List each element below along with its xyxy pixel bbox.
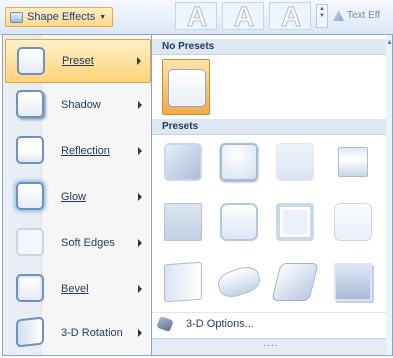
menu-item-label: 3-D Rotation — [61, 327, 123, 339]
3d-options-label: 3-D Options... — [186, 318, 254, 330]
menu-item-label: Soft Edges — [61, 237, 115, 249]
scroll-up-icon[interactable]: ▲ — [386, 39, 393, 46]
chevron-right-icon — [138, 329, 142, 337]
preset-8-icon — [334, 203, 372, 241]
preset-item[interactable] — [214, 257, 264, 307]
preset-item[interactable] — [158, 197, 208, 247]
shape-effects-button[interactable]: Shape Effects ▼ — [5, 7, 114, 27]
preset-2-icon — [220, 143, 258, 181]
preset-icon — [17, 47, 45, 75]
menu-item-preset[interactable]: Preset — [5, 39, 151, 83]
chevron-right-icon — [138, 239, 142, 247]
preset-item[interactable] — [270, 257, 320, 307]
3d-options-icon — [156, 315, 174, 333]
preset-gallery: No Presets Presets 3-D Options... .... ▲ — [152, 34, 393, 356]
wordart-glyph: A — [280, 1, 302, 33]
no-preset-icon — [168, 69, 206, 107]
wordart-style-1[interactable]: A — [175, 1, 217, 33]
preset-item[interactable] — [214, 197, 264, 247]
gallery-scrollbar[interactable]: ▲ — [386, 35, 393, 355]
no-presets-header: No Presets — [152, 39, 390, 55]
text-effects-button[interactable]: Text Eff — [333, 10, 380, 21]
shape-effects-menu: Preset Shadow Reflection Glow Soft Edges… — [2, 34, 152, 356]
chevron-right-icon — [138, 147, 142, 155]
preset-item[interactable] — [270, 197, 320, 247]
menu-item-label: Bevel — [61, 283, 89, 295]
preset-6-icon — [220, 203, 258, 241]
shadow-icon — [16, 90, 44, 118]
preset-5-icon — [164, 203, 202, 241]
scroll-down-icon[interactable]: ▼ — [319, 13, 325, 19]
menu-item-bevel[interactable]: Bevel — [5, 267, 151, 311]
menu-item-3d-rotation[interactable]: 3-D Rotation — [5, 311, 151, 355]
wordart-style-3[interactable]: A — [269, 1, 311, 33]
text-effects-icon — [333, 10, 344, 21]
menu-item-glow[interactable]: Glow — [5, 175, 151, 219]
chevron-down-icon: ▼ — [99, 13, 107, 21]
menu-item-reflection[interactable]: Reflection — [5, 129, 151, 173]
preset-item[interactable] — [214, 137, 264, 187]
wordart-glyph: A — [233, 1, 255, 33]
menu-item-label: Shadow — [61, 99, 101, 111]
ribbon-strip: Shape Effects ▼ A A A ▲ ▼ Text Eff — [0, 0, 393, 35]
preset-1-icon — [164, 143, 202, 181]
chevron-right-icon — [138, 193, 142, 201]
presets-header: Presets — [152, 119, 390, 135]
3d-rotation-icon — [16, 316, 44, 348]
preset-12-icon — [334, 263, 372, 301]
preset-11-icon — [271, 263, 319, 301]
wordart-glyph: A — [186, 1, 208, 33]
menu-item-label: Glow — [61, 191, 87, 203]
menu-item-label: Reflection — [61, 145, 110, 157]
preset-item[interactable] — [158, 257, 208, 307]
soft-edges-icon — [16, 228, 44, 256]
preset-9-icon — [164, 261, 202, 303]
preset-item[interactable] — [328, 197, 378, 247]
scroll-up-icon[interactable]: ▲ — [319, 6, 325, 12]
menu-item-label: Preset — [62, 55, 94, 67]
menu-item-shadow[interactable]: Shadow — [5, 83, 151, 127]
reflection-icon — [16, 136, 44, 164]
preset-7-icon — [276, 203, 314, 241]
chevron-right-icon — [138, 101, 142, 109]
shape-effects-label: Shape Effects — [27, 11, 96, 23]
preset-none[interactable] — [162, 59, 210, 115]
glow-icon — [16, 182, 44, 210]
text-effects-label: Text Eff — [347, 10, 381, 21]
menu-item-soft-edges[interactable]: Soft Edges — [5, 221, 151, 265]
chevron-right-icon — [138, 285, 142, 293]
chevron-right-icon — [137, 57, 141, 65]
bevel-icon — [16, 274, 44, 302]
resize-grip[interactable]: .... — [152, 338, 390, 355]
preset-3-icon — [276, 143, 314, 181]
preset-item[interactable] — [270, 137, 320, 187]
shape-effects-icon — [10, 11, 23, 23]
preset-item[interactable] — [158, 137, 208, 187]
preset-item[interactable] — [328, 137, 378, 187]
wordart-gallery-scroll[interactable]: ▲ ▼ — [316, 4, 328, 28]
preset-10-icon — [215, 263, 263, 301]
3d-options-row[interactable]: 3-D Options... — [152, 312, 390, 337]
preset-item[interactable] — [328, 257, 378, 307]
preset-4-icon — [338, 147, 368, 177]
wordart-style-2[interactable]: A — [222, 1, 264, 33]
